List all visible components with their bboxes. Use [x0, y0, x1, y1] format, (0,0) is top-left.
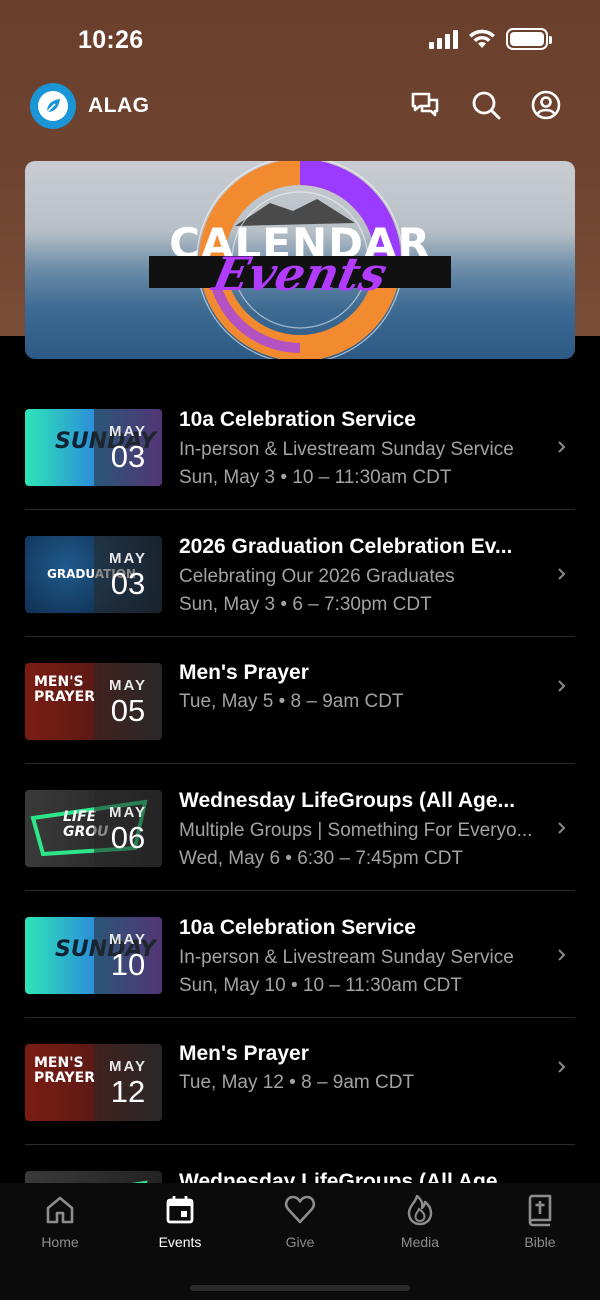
- event-row[interactable]: SUNDAY MAY 10 10a Celebration Service In…: [0, 891, 600, 1018]
- event-title: 2026 Graduation Celebration Ev...: [179, 535, 513, 558]
- search-button[interactable]: [469, 88, 503, 122]
- event-description: Celebrating Our 2026 Graduates: [179, 566, 455, 587]
- date-day: 12: [110, 1074, 146, 1109]
- event-title: Men's Prayer: [179, 1042, 309, 1065]
- date-month: MAY: [109, 804, 147, 821]
- event-datetime: Wed, May 6 • 6:30 – 7:45pm CDT: [179, 848, 464, 869]
- event-thumbnail: [25, 1171, 162, 1183]
- date-month: MAY: [109, 677, 147, 694]
- event-thumbnail: GRADUATION MAY 03: [25, 536, 162, 613]
- chevron-right-icon: [558, 1061, 566, 1073]
- signal-icon: [429, 29, 458, 49]
- date-day: 05: [110, 693, 146, 728]
- bible-icon: [528, 1194, 552, 1227]
- app-name: ALAG: [88, 94, 150, 117]
- home-indicator: [190, 1285, 410, 1291]
- calendar-icon: [166, 1196, 194, 1224]
- event-description: In-person & Livestream Sunday Service: [179, 947, 514, 968]
- event-title: Wednesday LifeGroups (All Age...: [179, 1170, 516, 1183]
- date-badge: MAY 12: [94, 1044, 162, 1121]
- event-datetime: Sun, May 10 • 10 – 11:30am CDT: [179, 975, 462, 996]
- date-badge: MAY 05: [94, 663, 162, 740]
- event-row[interactable]: MEN'S PRAYER MAY 05 Men's Prayer Tue, Ma…: [0, 637, 600, 764]
- app-logo[interactable]: [30, 83, 76, 129]
- chat-icon: [411, 92, 439, 117]
- event-datetime: Tue, May 5 • 8 – 9am CDT: [179, 691, 404, 712]
- profile-icon: [531, 90, 561, 120]
- chevron-right-icon: [558, 568, 566, 580]
- home-icon: [46, 1196, 74, 1224]
- chevron-right-icon: [558, 949, 566, 961]
- date-month: MAY: [109, 550, 147, 567]
- event-row[interactable]: GRADUATION MAY 03 2026 Graduation Celebr…: [0, 510, 600, 637]
- chat-button[interactable]: [408, 88, 442, 122]
- banner-script: Events: [208, 247, 392, 301]
- chevron-right-icon: [558, 680, 566, 692]
- event-row[interactable]: SUNDAY MAY 03 10a Celebration Service In…: [0, 383, 600, 510]
- event-datetime: Sun, May 3 • 6 – 7:30pm CDT: [179, 594, 432, 615]
- tab-give[interactable]: Give: [240, 1193, 360, 1263]
- wifi-icon: [469, 29, 495, 48]
- date-badge: MAY 03: [94, 409, 162, 486]
- event-row[interactable]: LIFE GROU MAY 06 Wednesday LifeGroups (A…: [0, 764, 600, 891]
- date-month: MAY: [109, 423, 147, 440]
- date-month: MAY: [109, 931, 147, 948]
- tab-label: Events: [158, 1234, 202, 1250]
- event-thumbnail: LIFE GROU MAY 06: [25, 790, 162, 867]
- app-header: ALAG: [0, 80, 600, 136]
- chevron-right-icon: [558, 441, 566, 453]
- status-bar: 10:26: [0, 0, 600, 80]
- event-title: Men's Prayer: [179, 661, 309, 684]
- tab-bar: Home Events Give Media Bible: [0, 1183, 600, 1300]
- leaf-icon: [46, 99, 60, 113]
- date-badge: MAY 03: [94, 536, 162, 613]
- profile-button[interactable]: [529, 88, 563, 122]
- event-row[interactable]: Wednesday LifeGroups (All Age...: [0, 1145, 600, 1183]
- tab-media[interactable]: Media: [360, 1193, 480, 1263]
- event-thumbnail: MEN'S PRAYER MAY 12: [25, 1044, 162, 1121]
- event-row[interactable]: MEN'S PRAYER MAY 12 Men's Prayer Tue, Ma…: [0, 1018, 600, 1145]
- date-badge: MAY 10: [94, 917, 162, 994]
- search-icon: [472, 91, 501, 120]
- date-day: 03: [110, 566, 146, 601]
- date-badge: MAY 06: [94, 790, 162, 867]
- tab-bible[interactable]: Bible: [480, 1193, 600, 1263]
- tab-home[interactable]: Home: [0, 1193, 120, 1263]
- tab-label: Give: [285, 1234, 315, 1250]
- event-list: SUNDAY MAY 03 10a Celebration Service In…: [0, 383, 600, 1183]
- event-thumbnail: SUNDAY MAY 03: [25, 409, 162, 486]
- event-description: Multiple Groups | Something For Everyo..…: [179, 820, 533, 841]
- event-description: In-person & Livestream Sunday Service: [179, 439, 514, 460]
- tab-label: Home: [41, 1234, 79, 1250]
- tab-events[interactable]: Events: [120, 1193, 240, 1263]
- event-title: 10a Celebration Service: [179, 408, 416, 431]
- event-title: Wednesday LifeGroups (All Age...: [179, 789, 516, 812]
- date-day: 10: [110, 947, 146, 982]
- event-thumbnail: MEN'S PRAYER MAY 05: [25, 663, 162, 740]
- date-month: MAY: [109, 1058, 147, 1075]
- tab-label: Bible: [524, 1234, 556, 1250]
- flame-icon: [407, 1194, 433, 1226]
- status-time: 10:26: [78, 26, 144, 54]
- tab-label: Media: [400, 1234, 440, 1250]
- calendar-events-banner[interactable]: CALENDAR Events: [25, 161, 575, 359]
- event-title: 10a Celebration Service: [179, 916, 416, 939]
- date-day: 06: [110, 820, 146, 855]
- date-day: 03: [110, 439, 146, 474]
- status-icons: [429, 28, 552, 50]
- event-thumbnail: SUNDAY MAY 10: [25, 917, 162, 994]
- heart-icon: [284, 1195, 316, 1224]
- battery-icon: [506, 28, 552, 50]
- chevron-right-icon: [558, 822, 566, 834]
- event-datetime: Tue, May 12 • 8 – 9am CDT: [179, 1072, 415, 1093]
- event-datetime: Sun, May 3 • 10 – 11:30am CDT: [179, 467, 452, 488]
